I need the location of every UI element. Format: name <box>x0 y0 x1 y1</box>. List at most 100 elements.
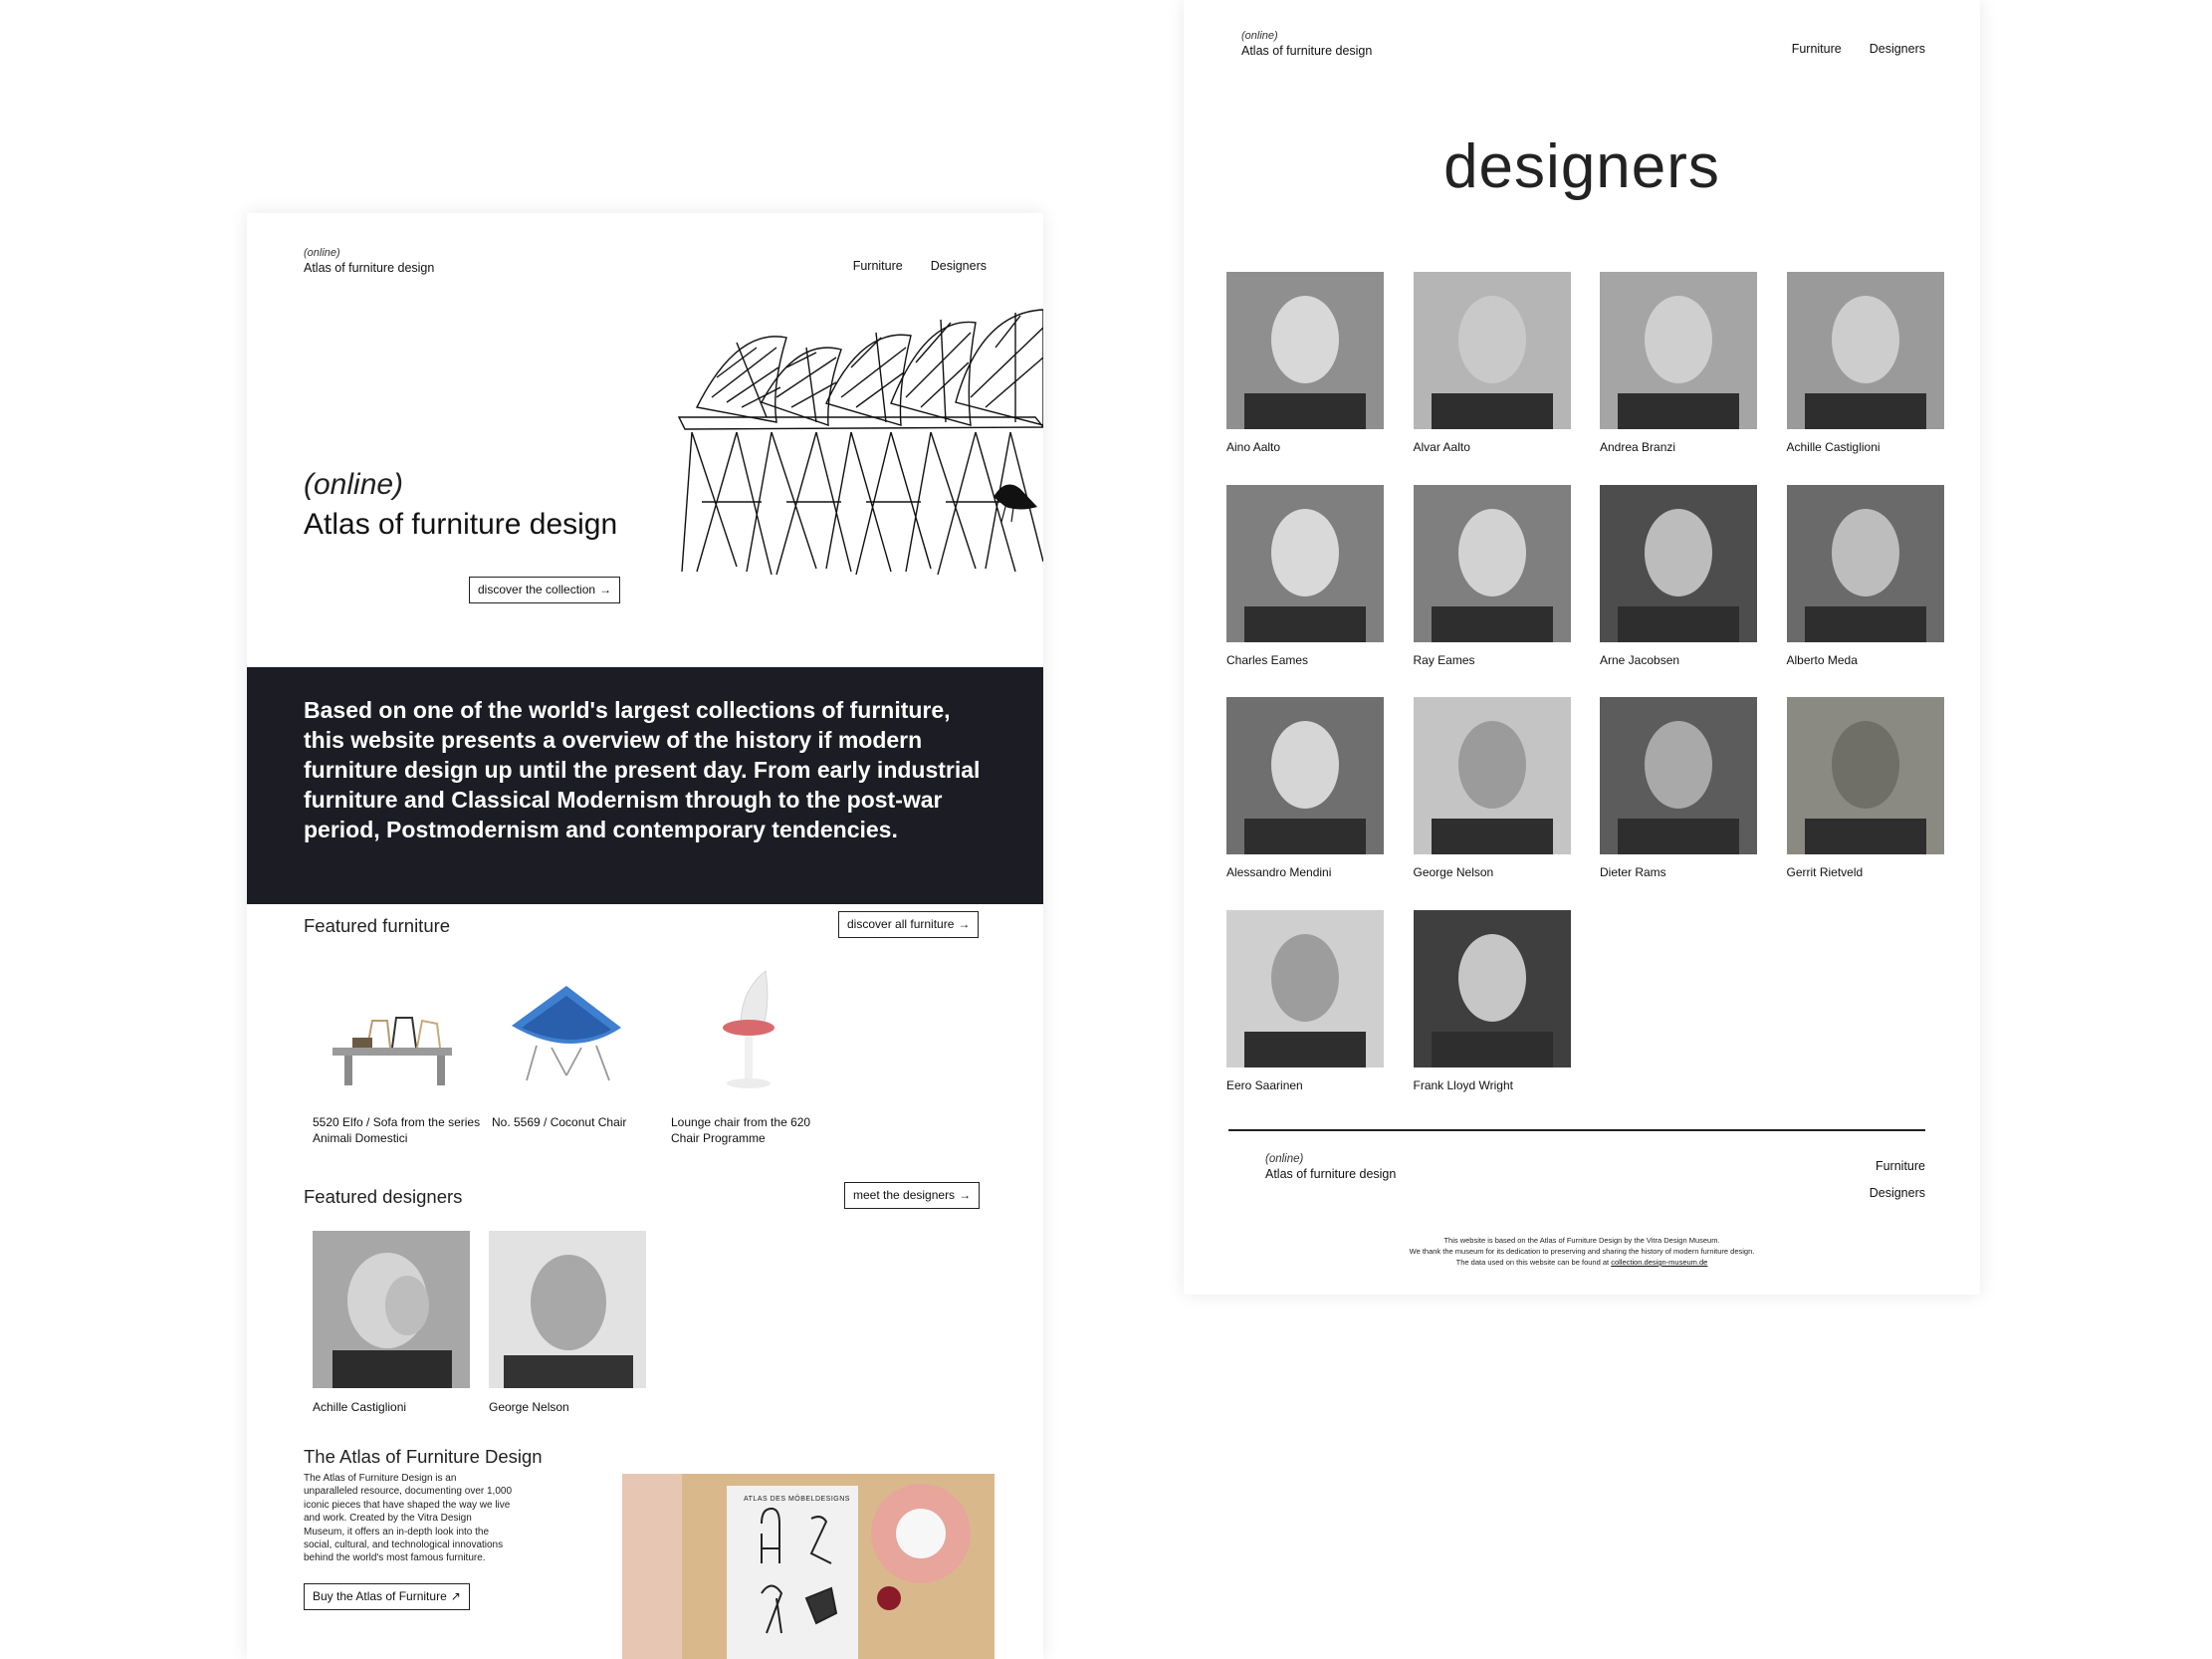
designer-portrait <box>1226 909 1384 1067</box>
designer-name: Gerrit Rietveld <box>1786 865 1864 879</box>
footer-brand[interactable]: (online) Atlas of furniture design <box>1265 1153 1396 1181</box>
designer-portrait <box>1600 272 1757 429</box>
furniture-caption: No. 5569 / Coconut Chair <box>492 1115 627 1129</box>
designer-name: Arne Jacobsen <box>1600 652 1680 667</box>
external-link-icon: ↗ <box>450 1589 461 1603</box>
designer-name: Dieter Rams <box>1600 865 1666 879</box>
footer-divider <box>1228 1129 1925 1131</box>
designer-portrait <box>313 1231 470 1388</box>
page-title: designers <box>1443 132 1720 201</box>
designer-name: Eero Saarinen <box>1226 1077 1303 1092</box>
atlas-section-title: The Atlas of Furniture Design <box>304 1446 543 1467</box>
furniture-card-tulip[interactable]: Lounge chair from the 620 Chair Programm… <box>671 966 840 1146</box>
designer-card[interactable]: Gerrit Rietveld <box>1786 697 1944 879</box>
discover-collection-button[interactable]: discover the collection → <box>469 577 621 603</box>
hero-title: (online) Atlas of furniture design <box>304 467 617 547</box>
designer-name: Achille Castiglioni <box>313 1400 407 1414</box>
main-nav: Furniture Designers <box>853 259 987 273</box>
main-nav: Furniture Designers <box>1792 42 1925 56</box>
designer-card[interactable]: George Nelson <box>1413 697 1571 879</box>
designer-card[interactable]: Dieter Rams <box>1600 697 1757 879</box>
furniture-caption: 5520 Elfo / Sofa from the series Animali… <box>313 1115 481 1145</box>
designer-portrait <box>1226 484 1384 642</box>
meet-designers-label: meet the designers <box>853 1188 956 1202</box>
footer-note-line: The data used on this website can be fou… <box>1455 1258 1708 1267</box>
sofa-elfo-image <box>332 1017 452 1085</box>
nav-designers-link[interactable]: Designers <box>1870 42 1925 56</box>
intro-text: Based on one of the world's largest coll… <box>304 697 981 842</box>
designer-portrait <box>489 1231 646 1388</box>
furniture-card-elfo[interactable]: 5520 Elfo / Sofa from the series Animali… <box>313 966 482 1146</box>
footer-nav: Furniture Designers <box>1870 1153 1925 1207</box>
designer-card[interactable]: Ray Eames <box>1413 484 1571 667</box>
footer-brand-name: Atlas of furniture design <box>1265 1167 1397 1181</box>
arrow-right-icon: → <box>959 1188 972 1202</box>
discover-all-furniture-button[interactable]: discover all furniture → <box>838 911 980 938</box>
designer-card[interactable]: Alessandro Mendini <box>1226 697 1384 879</box>
designer-portrait <box>1413 484 1571 642</box>
wire-chairs-illustration <box>677 309 1043 576</box>
featured-designers-title: Featured designers <box>304 1186 463 1207</box>
discover-all-furniture-label: discover all furniture <box>847 917 955 931</box>
designer-name: Aino Aalto <box>1226 440 1281 454</box>
atlas-description: The Atlas of Furniture Design is an unpa… <box>304 1473 513 1564</box>
footer-furniture-link[interactable]: Furniture <box>1870 1153 1925 1180</box>
designer-name: George Nelson <box>1413 865 1494 879</box>
footer-designers-link[interactable]: Designers <box>1870 1180 1925 1207</box>
footer-credits: This website is based on the Atlas of Fu… <box>1184 1235 1980 1268</box>
designer-name: Alvar Aalto <box>1413 440 1470 454</box>
furniture-card-coconut[interactable]: No. 5569 / Coconut Chair <box>492 966 661 1130</box>
nav-designers-link[interactable]: Designers <box>931 259 987 273</box>
designer-card[interactable]: Andrea Branzi <box>1600 272 1757 454</box>
designer-card[interactable]: Frank Lloyd Wright <box>1413 909 1571 1092</box>
designer-name: Andrea Branzi <box>1600 440 1676 454</box>
designer-name: Frank Lloyd Wright <box>1413 1077 1513 1092</box>
designer-portrait <box>1786 272 1944 429</box>
designer-card[interactable]: Alberto Meda <box>1786 484 1944 667</box>
designer-card-castiglioni[interactable]: Achille Castiglioni <box>313 1231 470 1414</box>
hero-heading: Atlas of furniture design <box>304 508 618 541</box>
nav-furniture-link[interactable]: Furniture <box>853 259 903 273</box>
footer-online-label: (online) <box>1265 1153 1304 1165</box>
designer-card[interactable]: Aino Aalto <box>1226 272 1384 454</box>
designer-name: Alberto Meda <box>1786 652 1858 667</box>
home-page-card: (online) Atlas of furniture design Furni… <box>247 213 1043 1659</box>
designer-name: Alessandro Mendini <box>1226 865 1332 879</box>
footer-note-line: This website is based on the Atlas of Fu… <box>1443 1236 1720 1245</box>
tulip-chair-image <box>723 970 774 1088</box>
featured-furniture-title: Featured furniture <box>304 915 451 936</box>
discover-collection-label: discover the collection <box>478 583 596 596</box>
designer-card[interactable]: Eero Saarinen <box>1226 909 1384 1092</box>
designer-portrait <box>1786 697 1944 854</box>
designer-portrait <box>1226 272 1384 429</box>
designers-page-card: (online) Atlas of furniture design Furni… <box>1184 0 1980 1295</box>
coconut-chair-image <box>512 986 621 1081</box>
buy-atlas-label: Buy the Atlas of Furniture <box>313 1589 447 1603</box>
designer-portrait <box>1600 484 1757 642</box>
hero-online-label: (online) <box>304 468 404 501</box>
designer-name: Achille Castiglioni <box>1786 440 1880 454</box>
designer-card-nelson[interactable]: George Nelson <box>489 1231 646 1414</box>
designer-card[interactable]: Alvar Aalto <box>1413 272 1571 454</box>
designer-portrait <box>1226 697 1384 854</box>
designer-name: Ray Eames <box>1413 652 1475 667</box>
designer-card[interactable]: Achille Castiglioni <box>1786 272 1944 454</box>
designer-card[interactable]: Charles Eames <box>1226 484 1384 667</box>
intro-banner: Based on one of the world's largest coll… <box>247 667 1043 904</box>
designer-portrait <box>1413 909 1571 1067</box>
site-header: (online) Atlas of furniture design Furni… <box>304 247 987 287</box>
designer-card[interactable]: Arne Jacobsen <box>1600 484 1757 667</box>
atlas-book-photo: ATLAS DES MÖBELDESIGNS <box>622 1474 995 1659</box>
buy-atlas-button[interactable]: Buy the Atlas of Furniture ↗ <box>304 1583 470 1610</box>
designer-name: Charles Eames <box>1226 652 1309 667</box>
meet-designers-button[interactable]: meet the designers → <box>844 1182 981 1209</box>
footer-note-line: We thank the museum for its dedication t… <box>1409 1247 1755 1256</box>
furniture-caption: Lounge chair from the 620 Chair Programm… <box>671 1115 811 1145</box>
nav-furniture-link[interactable]: Furniture <box>1792 42 1842 56</box>
designer-name: George Nelson <box>489 1400 569 1414</box>
arrow-right-icon: → <box>958 917 971 931</box>
museum-collection-link[interactable]: collection.design-museum.de <box>1611 1258 1707 1267</box>
designer-portrait <box>1600 697 1757 854</box>
site-header: (online) Atlas of furniture design Furni… <box>1241 30 1925 70</box>
arrow-right-icon: → <box>599 583 612 596</box>
